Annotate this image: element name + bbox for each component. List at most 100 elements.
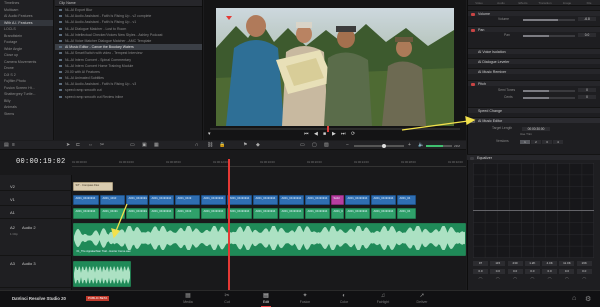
home-icon[interactable]: ⌂ <box>572 295 576 302</box>
link-icon[interactable]: ⛓ <box>207 143 213 148</box>
eq-band-shape-icon[interactable]: ⌒ <box>559 277 574 282</box>
version-option[interactable]: 3 <box>542 139 552 144</box>
eq-band-shape-icon[interactable]: ⌒ <box>473 277 488 282</box>
section-volume[interactable]: Volume <box>468 10 600 16</box>
v1-clip[interactable]: A001_04191944 <box>149 195 174 205</box>
cents-value[interactable]: 0 <box>578 94 596 99</box>
a1-clip[interactable]: A001_04191944 <box>149 208 174 219</box>
eq-band-shape-icon[interactable]: ⌒ <box>577 277 592 282</box>
eq-band-shape-icon[interactable]: ⌒ <box>542 277 557 282</box>
page-tab-fusion[interactable]: ✦ Fusion <box>285 292 325 305</box>
timeline-timecode[interactable]: 00:00:19:02 <box>16 158 66 166</box>
trim-tool-icon[interactable]: ⊏ <box>76 143 80 148</box>
inspector-tab[interactable]: File <box>578 0 600 5</box>
pan-value[interactable]: 0.0 <box>578 32 596 37</box>
v1-clip[interactable]: A001_04191944 <box>345 195 370 205</box>
page-tab-edit[interactable]: ▤ Edit <box>246 292 286 307</box>
loop-icon[interactable]: ⟳ <box>351 131 355 138</box>
a1-clip[interactable]: A001_04191944 <box>126 208 148 219</box>
play-reverse-icon[interactable]: ◀ <box>314 131 318 138</box>
version-option[interactable]: 4 <box>553 139 563 144</box>
flag-icon[interactable]: ⚑ <box>243 143 247 148</box>
music-editor-toggle-icon[interactable] <box>471 119 475 123</box>
zoom-custom-icon[interactable]: ▧ <box>324 143 329 148</box>
a1-clip[interactable]: A001_04191944 <box>201 208 226 219</box>
speaker-icon[interactable]: 🔈 <box>418 143 424 148</box>
dynamic-trim-icon[interactable]: ⇔ <box>88 143 93 148</box>
a1-clip[interactable]: A001_04191944 <box>227 208 252 219</box>
section-ai-music-remixer[interactable]: AI Music Remixer <box>468 68 600 74</box>
jump-start-icon[interactable]: ⏮ <box>304 131 309 138</box>
marker-icon[interactable]: ◆ <box>256 143 260 148</box>
viewer-scrubber[interactable] <box>210 126 460 132</box>
eq-band-shape-icon[interactable]: ⌒ <box>508 277 523 282</box>
v1-clip[interactable]: A001_04191944 <box>305 195 330 205</box>
pan-toggle-icon[interactable] <box>471 28 475 32</box>
a1-clip[interactable]: A001_04 <box>397 208 416 219</box>
eq-band-gain[interactable]: 0.0 <box>524 269 540 274</box>
a3-clip[interactable] <box>73 261 131 287</box>
section-speed-change[interactable]: Speed Change <box>468 107 600 113</box>
semi-tones-value[interactable]: 0 <box>578 87 596 92</box>
page-tab-deliver[interactable]: ➚ Deliver <box>402 292 442 305</box>
a1-clip[interactable]: A001_04191944 <box>73 208 99 219</box>
v1-clip[interactable]: Solid <box>331 195 344 205</box>
snapping-icon[interactable]: ∩ <box>195 143 199 148</box>
v1-clip[interactable]: A001_04191944 <box>253 195 278 205</box>
inspector-tab[interactable]: Transition <box>534 0 556 5</box>
timeline-tracks[interactable]: S/T - Compass Flex A001_04191944 A001_1010… <box>73 175 466 290</box>
section-ai-dialogue-leveler[interactable]: AI Dialogue Leveler <box>468 58 600 64</box>
eq-band-frequency[interactable]: 1.2K <box>524 261 540 266</box>
inspector-tab[interactable]: Effects <box>512 0 534 5</box>
zoom-slider[interactable] <box>354 143 404 148</box>
inspector-tab[interactable]: Audio <box>490 0 512 5</box>
layout-icon[interactable]: ▤ <box>4 143 9 148</box>
zoom-out-icon[interactable]: − <box>346 143 349 148</box>
timeline-ruler[interactable]: 01:00:00:00 01:00:04:00 01:00:08:00 01:00:1… <box>72 159 466 167</box>
eq-band-frequency[interactable]: 16K <box>576 261 592 266</box>
clip-list-item[interactable]: speed ramp smooth cut Review inline <box>55 94 202 100</box>
eq-band-frequency[interactable]: 230 <box>507 261 523 266</box>
v1-clip[interactable]: A001_04191944 <box>126 195 148 205</box>
volume-value[interactable]: -6.8 <box>578 16 596 21</box>
a2-track-name[interactable]: Audio 2 <box>22 225 36 230</box>
eq-band-frequency[interactable]: 97 <box>473 261 488 266</box>
a1-clip[interactable]: A001_0419 <box>175 208 200 219</box>
v2-title-clip[interactable]: S/T - Compass Flex <box>73 182 113 191</box>
eq-band-gain[interactable]: 0.0 <box>559 269 575 274</box>
selection-tool-icon[interactable]: ➤ <box>66 143 70 148</box>
v1-clip[interactable]: A001_04191944 <box>201 195 226 205</box>
track-header-a2[interactable]: A2 Audio 2 1 Clip <box>0 222 72 256</box>
semi-tones-slider[interactable] <box>523 90 575 92</box>
a1-clip[interactable]: A001_04191944 <box>345 208 370 219</box>
volume-meter-slider[interactable] <box>426 145 452 147</box>
page-tab-color[interactable]: ◐ Color <box>324 292 364 305</box>
section-ai-music-editor[interactable]: AI Music Editor <box>468 117 600 123</box>
section-pan[interactable]: Pan <box>468 26 600 32</box>
pitch-toggle-icon[interactable] <box>471 82 475 86</box>
a1-clip[interactable]: A001_04191944 <box>331 208 344 219</box>
list-icon[interactable]: ≡ <box>12 143 15 148</box>
eq-band-gain[interactable]: 0.0 <box>576 269 592 274</box>
zoom-detail-icon[interactable]: ▢ <box>312 143 317 148</box>
blade-tool-icon[interactable]: ✂ <box>100 143 104 148</box>
eq-band-frequency[interactable]: 115 <box>490 261 506 266</box>
eq-band-shape-icon[interactable]: ⌒ <box>525 277 540 282</box>
replace-clip-icon[interactable]: ▦ <box>154 143 159 148</box>
v1-clip[interactable]: A001_1010 <box>100 195 125 205</box>
page-tab-cut[interactable]: ✂ Cut <box>207 292 247 305</box>
play-icon[interactable]: ▶ <box>332 131 336 138</box>
eq-band-gain[interactable]: 0.0 <box>542 269 558 274</box>
page-tab-media[interactable]: ▦ Media <box>168 292 208 305</box>
use-trim-checkbox[interactable]: Use Trim <box>520 132 532 137</box>
eq-band-gain[interactable]: 0.0 <box>473 269 488 274</box>
v1-clip[interactable]: A001_04 <box>397 195 416 205</box>
section-ai-voice-isolation[interactable]: AI Voice Isolation <box>468 48 600 54</box>
settings-icon[interactable]: ⚙ <box>585 295 591 303</box>
position-lock-icon[interactable]: 🔒 <box>219 143 225 148</box>
jump-end-icon[interactable]: ⏭ <box>341 131 346 138</box>
v1-clip[interactable]: A001_04191944 <box>279 195 304 205</box>
eq-band-frequency[interactable]: 11.0K <box>559 261 575 266</box>
a3-track-name[interactable]: Audio 3 <box>22 261 36 266</box>
eq-toggle-icon[interactable] <box>470 156 474 160</box>
